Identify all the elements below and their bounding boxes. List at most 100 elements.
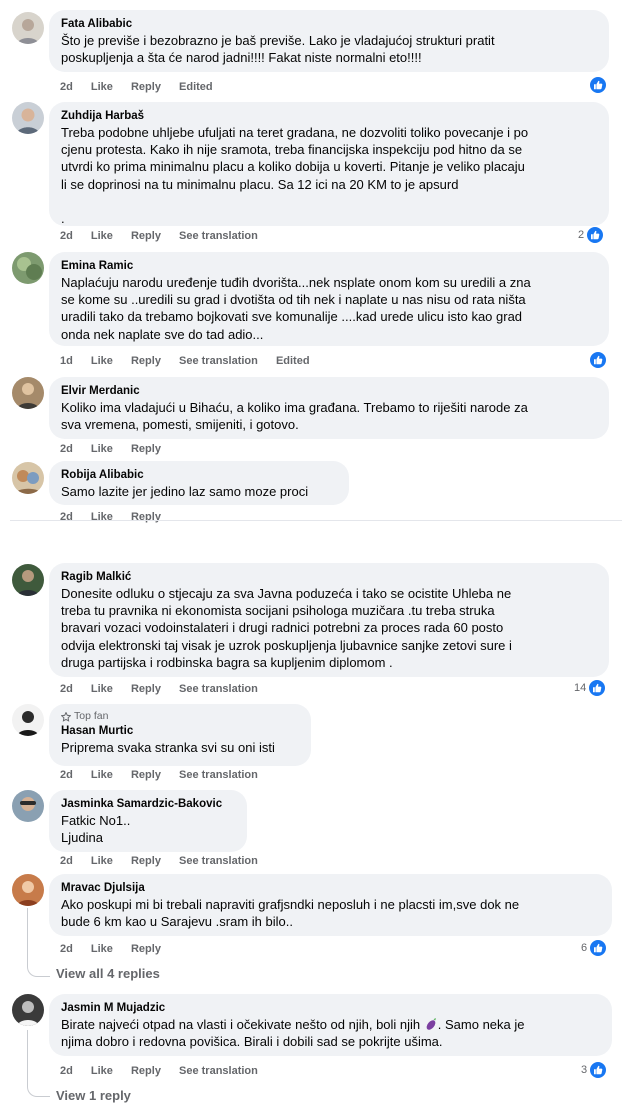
comment-bubble: Top fan Hasan Murtic Priprema svaka stra… [49,704,311,766]
like-button[interactable]: Like [91,355,113,367]
see-translation-link[interactable]: See translation [179,683,258,695]
reply-button[interactable]: Reply [131,81,161,93]
avatar[interactable] [12,994,44,1026]
see-translation-link[interactable]: See translation [179,855,258,867]
comment-bubble: Fata Alibabic Što je previše i bezobrazn… [49,10,609,72]
comment-author[interactable]: Elvir Merdanic [61,384,597,399]
comment-bubble: Elvir Merdanic Koliko ima vladajući u Bi… [49,377,609,439]
star-icon [61,711,71,722]
comment-text: Koliko ima vladajući u Bihaću, a koliko … [61,400,528,433]
like-icon [589,76,607,94]
reply-button[interactable]: Reply [131,443,161,455]
comment-time[interactable]: 1d [60,355,73,367]
comment-author[interactable]: Zuhdija Harbaš [61,109,597,124]
reply-button[interactable]: Reply [131,511,161,523]
comment-bubble: Zuhdija Harbaš Treba podobne uhljebe ufu… [49,102,609,226]
avatar[interactable] [12,564,44,596]
like-button[interactable]: Like [91,81,113,93]
avatar[interactable] [12,252,44,284]
like-button[interactable]: Like [91,1065,113,1077]
avatar[interactable] [12,377,44,409]
comment-time[interactable]: 2d [60,511,73,523]
comment-actions: 2d Like Reply See translation [60,1064,273,1078]
comment-text: Donesite odluku o stjecaju za sva Javna … [61,586,512,670]
comment-time[interactable]: 2d [60,81,73,93]
avatar[interactable] [12,12,44,44]
comment-actions: 2d Like Reply See translation [60,768,273,782]
top-fan-label: Top fan [74,710,109,722]
comment-actions: 2d Like Reply [60,510,176,524]
comment-bubble: Robija Alibabic Samo lazite jer jedino l… [49,461,349,505]
comment-actions: 1d Like Reply See translation Edited [60,354,325,368]
avatar[interactable] [12,790,44,822]
see-translation-link[interactable]: See translation [179,230,258,242]
like-icon [589,1061,608,1079]
comment-author[interactable]: Mravac Djulsija [61,881,600,896]
comment-author[interactable]: Emina Ramic [61,259,597,274]
reaction-count[interactable]: 14 [574,679,607,697]
reply-thread-line [27,1030,50,1097]
like-icon [588,679,607,697]
comment-bubble: Jasminka Samardzic-Bakovic Fatkic No1.. … [49,790,247,852]
section-divider [10,520,622,521]
see-translation-link[interactable]: See translation [179,769,258,781]
see-translation-link[interactable]: See translation [179,355,258,367]
comment-author[interactable]: Fata Alibabic [61,17,597,32]
reaction-number: 6 [581,942,588,954]
comment-actions: 2d Like Reply Edited [60,80,228,94]
reaction-count[interactable] [589,351,607,369]
reply-button[interactable]: Reply [131,769,161,781]
comment-text: Birate najveći otpad na vlasti i očekiva… [61,1016,600,1050]
reaction-count[interactable]: 3 [581,1061,608,1079]
comment-author[interactable]: Ragib Malkić [61,570,597,585]
comment-time[interactable]: 2d [60,443,73,455]
reaction-number: 14 [574,682,587,694]
comment-author[interactable]: Robija Alibabic [61,468,337,483]
comment-author[interactable]: Hasan Murtic [61,724,299,739]
reply-button[interactable]: Reply [131,943,161,955]
like-button[interactable]: Like [91,230,113,242]
like-icon [586,226,605,244]
comment-bubble: Mravac Djulsija Ako poskupi mi bi trebal… [49,874,612,936]
like-button[interactable]: Like [91,511,113,523]
comment-actions: 2d Like Reply See translation [60,854,273,868]
comment-time[interactable]: 2d [60,943,73,955]
comment-actions: 2d Like Reply [60,442,176,456]
avatar[interactable] [12,874,44,906]
comment-time[interactable]: 2d [60,1065,73,1077]
view-replies-link[interactable]: View 1 reply [56,1088,131,1103]
like-button[interactable]: Like [91,443,113,455]
avatar[interactable] [12,704,44,736]
view-replies-link[interactable]: View all 4 replies [56,966,160,981]
reply-button[interactable]: Reply [131,855,161,867]
like-button[interactable]: Like [91,855,113,867]
comment-author[interactable]: Jasminka Samardzic-Bakovic [61,797,235,812]
comment-time[interactable]: 2d [60,230,73,242]
reaction-count[interactable]: 2 [578,226,605,244]
comment-bubble: Emina Ramic Naplaćuju narodu uređenje tu… [49,252,609,346]
reaction-number: 2 [578,229,585,241]
comment-time[interactable]: 2d [60,683,73,695]
comment-text: Što je previše i bezobrazno je baš previ… [61,33,495,66]
top-fan-badge: Top fan [61,710,299,723]
reply-button[interactable]: Reply [131,683,161,695]
comment-time[interactable]: 2d [60,769,73,781]
like-button[interactable]: Like [91,683,113,695]
comment-time[interactable]: 2d [60,855,73,867]
reply-button[interactable]: Reply [131,230,161,242]
reply-button[interactable]: Reply [131,1065,161,1077]
see-translation-link[interactable]: See translation [179,1065,258,1077]
avatar[interactable] [12,462,44,494]
edited-label: Edited [179,81,213,93]
comment-author[interactable]: Jasmin M Mujadzic [61,1001,600,1016]
comment-text-part: Birate najveći otpad na vlasti i očekiva… [61,1017,424,1032]
reaction-count[interactable] [589,76,607,94]
comment-bubble: Ragib Malkić Donesite odluku o stjecaju … [49,563,609,677]
like-button[interactable]: Like [91,943,113,955]
like-button[interactable]: Like [91,769,113,781]
comment-text: Ako poskupi mi bi trebali napraviti graf… [61,897,520,930]
comment-bubble: Jasmin M Mujadzic Birate najveći otpad n… [49,994,612,1056]
reply-button[interactable]: Reply [131,355,161,367]
reaction-count[interactable]: 6 [581,939,608,957]
avatar[interactable] [12,102,44,134]
